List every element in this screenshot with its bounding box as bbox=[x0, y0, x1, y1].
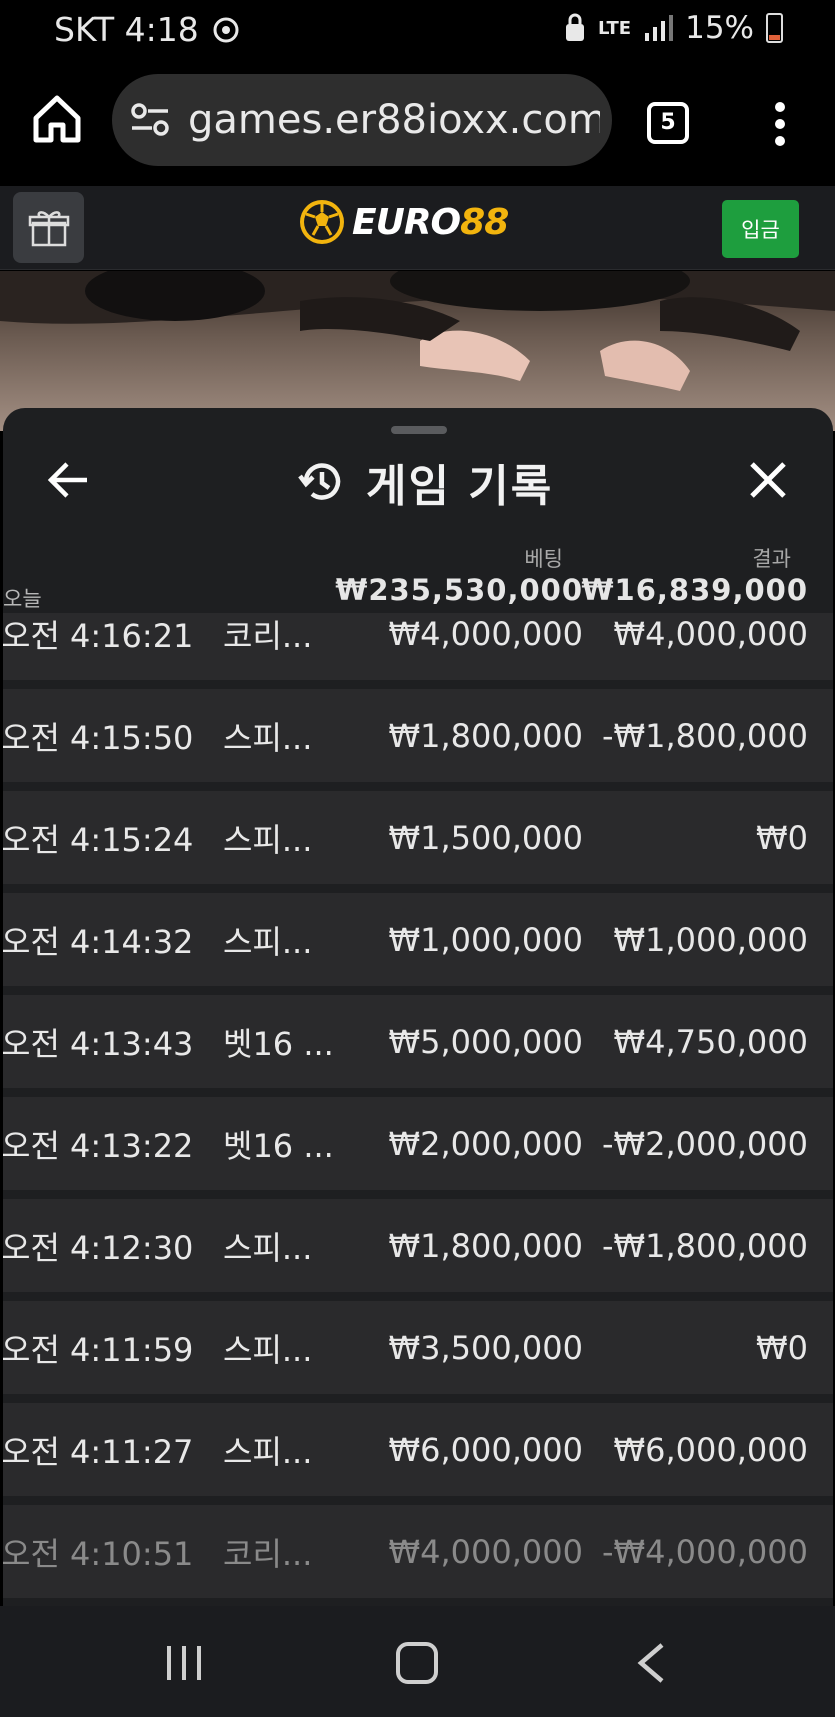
row-result: -₩2,000,000 bbox=[601, 1124, 808, 1163]
history-row[interactable]: 오전 4:11:27 스피... ₩6,000,000 ₩6,000,000 bbox=[3, 1403, 833, 1496]
row-time: 오전 4:11:27 bbox=[3, 1432, 194, 1471]
logo-number: 88 bbox=[460, 201, 509, 243]
history-row[interactable]: 오전 4:10:51 코리... ₩4,000,000 -₩4,000,000 bbox=[3, 1505, 833, 1598]
row-game: 스피... bbox=[223, 1228, 313, 1267]
history-icon bbox=[298, 463, 341, 500]
panel-title: 게임 기록 bbox=[298, 450, 553, 514]
signal-icon bbox=[645, 15, 674, 41]
row-result: ₩6,000,000 bbox=[613, 1430, 809, 1469]
back-arrow-icon[interactable] bbox=[47, 458, 91, 502]
row-bet: ₩6,000,000 bbox=[388, 1430, 584, 1469]
history-row[interactable]: 오전 4:13:43 벳16 ... ₩5,000,000 ₩4,750,000 bbox=[3, 995, 833, 1088]
url-bar[interactable]: games.er88ioxx.com/L bbox=[112, 74, 612, 166]
history-row[interactable]: 오전 4:14:32 스피... ₩1,000,000 ₩1,000,000 bbox=[3, 893, 833, 986]
soccer-ball-icon bbox=[300, 200, 344, 244]
row-time: 오전 4:11:59 bbox=[3, 1330, 194, 1369]
row-game: 벳16 ... bbox=[223, 1126, 334, 1165]
today-label: 오늘 bbox=[3, 587, 42, 611]
status-bar: SKT 4:18 LTE 15% bbox=[0, 0, 835, 62]
site-settings-icon[interactable] bbox=[130, 102, 170, 138]
row-time: 오전 4:14:32 bbox=[3, 922, 194, 961]
row-result: ₩0 bbox=[756, 818, 808, 857]
row-bet: ₩2,000,000 bbox=[388, 1124, 584, 1163]
logo-text: EURO88 bbox=[352, 201, 509, 243]
row-bet: ₩4,000,000 bbox=[388, 1532, 584, 1571]
summary-header: 오늘 베팅 결과 ₩235,530,000 ₩16,839,000 bbox=[3, 533, 833, 623]
sync-icon bbox=[213, 17, 239, 42]
row-time: 오전 4:12:30 bbox=[3, 1228, 194, 1267]
row-bet: ₩3,500,000 bbox=[388, 1328, 584, 1367]
home-icon[interactable] bbox=[30, 92, 84, 146]
row-result: -₩1,800,000 bbox=[601, 716, 808, 755]
row-game: 벳16 ... bbox=[223, 1024, 334, 1063]
result-column-header: 결과 bbox=[752, 547, 791, 571]
site-logo[interactable]: EURO88 bbox=[298, 198, 509, 246]
bet-total: ₩235,530,000 bbox=[335, 573, 583, 607]
row-result: ₩4,000,000 bbox=[613, 614, 809, 653]
video-frame bbox=[0, 271, 835, 391]
row-time: 오전 4:16:21 bbox=[3, 616, 194, 655]
row-result: ₩1,000,000 bbox=[613, 920, 809, 959]
game-history-panel: 게임 기록 오늘 베팅 결과 ₩235,530,000 ₩16,839,000 … bbox=[3, 408, 833, 1606]
row-time: 오전 4:13:22 bbox=[3, 1126, 194, 1165]
row-game: 스피... bbox=[223, 1432, 313, 1471]
tabs-button[interactable]: 5 bbox=[647, 102, 689, 144]
history-row[interactable]: 오전 4:15:50 스피... ₩1,800,000 -₩1,800,000 bbox=[3, 689, 833, 782]
row-game: 스피... bbox=[223, 718, 313, 757]
history-row[interactable]: 오전 4:16:21 코리... ₩4,000,000 ₩4,000,000 bbox=[3, 613, 833, 680]
back-nav-icon[interactable] bbox=[636, 1642, 666, 1684]
history-row[interactable]: 오전 4:11:59 스피... ₩3,500,000 ₩0 bbox=[3, 1301, 833, 1394]
deposit-button[interactable]: 입금 bbox=[722, 200, 799, 258]
row-time: 오전 4:10:51 bbox=[3, 1534, 194, 1573]
home-nav-icon[interactable] bbox=[396, 1642, 438, 1684]
browser-bar: games.er88ioxx.com/L 5 bbox=[0, 62, 835, 186]
gift-icon bbox=[28, 210, 69, 246]
gift-button[interactable] bbox=[13, 192, 84, 263]
row-result: ₩4,750,000 bbox=[613, 1022, 809, 1061]
more-menu-icon[interactable] bbox=[770, 100, 790, 148]
row-result: ₩0 bbox=[756, 1328, 808, 1367]
row-bet: ₩1,800,000 bbox=[388, 1226, 584, 1265]
history-list[interactable]: 오전 4:16:21 코리... ₩4,000,000 ₩4,000,000 오… bbox=[3, 613, 833, 1606]
carrier-time: SKT 4:18 bbox=[54, 10, 199, 49]
row-bet: ₩4,000,000 bbox=[388, 614, 584, 653]
row-time: 오전 4:15:50 bbox=[3, 718, 194, 757]
system-nav-bar bbox=[0, 1606, 835, 1717]
site-header: EURO88 입금 bbox=[0, 186, 835, 270]
logo-euro: EURO bbox=[352, 201, 461, 243]
history-row[interactable]: 오전 4:15:24 스피... ₩1,500,000 ₩0 bbox=[3, 791, 833, 884]
close-icon[interactable] bbox=[748, 460, 788, 500]
status-left: SKT 4:18 bbox=[54, 10, 241, 49]
row-game: 스피... bbox=[223, 922, 313, 961]
url-text[interactable]: games.er88ioxx.com/L bbox=[188, 97, 600, 143]
row-time: 오전 4:13:43 bbox=[3, 1024, 194, 1063]
history-row[interactable]: 오전 4:13:22 벳16 ... ₩2,000,000 -₩2,000,00… bbox=[3, 1097, 833, 1190]
battery-percent: 15% bbox=[685, 10, 754, 46]
row-bet: ₩1,500,000 bbox=[388, 818, 584, 857]
row-game: 코리... bbox=[223, 1534, 313, 1573]
recent-apps-icon[interactable] bbox=[163, 1644, 205, 1682]
row-result: -₩4,000,000 bbox=[601, 1532, 808, 1571]
row-bet: ₩1,000,000 bbox=[388, 920, 584, 959]
row-result: -₩1,800,000 bbox=[601, 1226, 808, 1265]
row-game: 코리... bbox=[223, 616, 313, 655]
bet-column-header: 베팅 bbox=[524, 547, 563, 571]
result-total: ₩16,839,000 bbox=[581, 573, 808, 607]
battery-icon bbox=[766, 13, 783, 43]
history-row[interactable]: 오전 4:12:30 스피... ₩1,800,000 -₩1,800,000 bbox=[3, 1199, 833, 1292]
row-game: 스피... bbox=[223, 820, 313, 859]
status-right: LTE 15% bbox=[564, 10, 783, 46]
live-video[interactable] bbox=[0, 271, 835, 431]
row-bet: ₩5,000,000 bbox=[388, 1022, 584, 1061]
network-type: LTE bbox=[598, 17, 632, 39]
drag-handle[interactable] bbox=[391, 426, 447, 434]
panel-title-text: 게임 기록 bbox=[366, 461, 554, 512]
row-time: 오전 4:15:24 bbox=[3, 820, 194, 859]
lock-icon bbox=[566, 13, 585, 41]
row-bet: ₩1,800,000 bbox=[388, 716, 584, 755]
row-game: 스피... bbox=[223, 1330, 313, 1369]
